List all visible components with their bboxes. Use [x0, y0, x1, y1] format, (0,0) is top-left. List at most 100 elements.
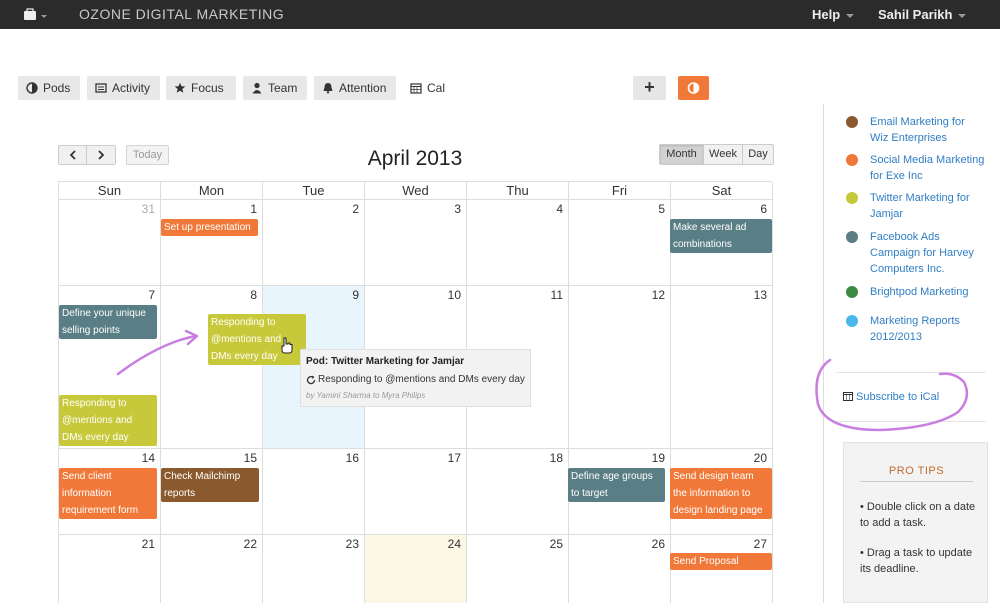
tab-label: Activity	[112, 81, 151, 95]
day-number: 2	[352, 202, 359, 216]
pod-legend-label: Facebook Ads Campaign for Harvey Compute…	[870, 231, 974, 275]
person-icon	[252, 82, 262, 94]
pro-tips-panel: PRO TIPS • Double click on a date to add…	[843, 442, 988, 603]
subscribe-ical-link[interactable]: Subscribe to iCal	[843, 391, 939, 403]
calendar-icon	[410, 83, 422, 94]
day-cell[interactable]: 16	[263, 449, 365, 535]
day-cell[interactable]: 8	[161, 286, 263, 449]
sidebar-divider	[823, 104, 824, 603]
event-chip[interactable]: Responding to @mentions and DMs every da…	[59, 395, 157, 446]
day-cell-highlighted[interactable]: 24	[365, 535, 467, 603]
weekday-header: Fri	[569, 182, 671, 200]
tab-label: Attention	[339, 81, 387, 95]
pro-tip: • Double click on a date to add a task.	[860, 501, 976, 529]
day-number: 7	[148, 288, 155, 302]
pod-legend-item[interactable]: Brightpod Marketing	[846, 284, 986, 300]
view-week-button[interactable]: Week	[703, 144, 743, 165]
chevron-down-icon	[846, 13, 855, 18]
day-number: 3	[454, 202, 461, 216]
day-number: 19	[651, 451, 665, 465]
pod-color-dot	[846, 231, 858, 243]
event-chip[interactable]: Make several ad combinations	[670, 219, 772, 253]
weekday-header: Tue	[263, 182, 365, 200]
pro-tips-divider	[860, 481, 973, 482]
day-cell[interactable]: 25	[467, 535, 569, 603]
day-cell[interactable]: 12	[569, 286, 671, 449]
user-menu[interactable]: Sahil Parikh	[878, 7, 967, 22]
day-cell[interactable]: 31	[59, 200, 161, 286]
next-month-button[interactable]	[87, 145, 116, 165]
help-menu[interactable]: Help	[812, 7, 855, 22]
day-number: 4	[556, 202, 563, 216]
day-cell[interactable]: 3	[365, 200, 467, 286]
day-number: 11	[550, 288, 563, 302]
day-number: 24	[447, 537, 461, 551]
pod-legend-item[interactable]: Facebook Ads Campaign for Harvey Compute…	[846, 229, 986, 277]
pod-legend-item[interactable]: Email Marketing for Wiz Enterprises	[846, 114, 986, 146]
view-day-button[interactable]: Day	[742, 144, 774, 165]
pod-legend-label: Twitter Marketing for Jamjar	[870, 192, 970, 220]
pod-color-dot	[846, 286, 858, 298]
day-cell[interactable]: 21	[59, 535, 161, 603]
weekday-header: Wed	[365, 182, 467, 200]
month-title: April 2013	[367, 147, 463, 170]
pod-legend-label: Social Media Marketing for Exe Inc	[870, 154, 985, 182]
day-cell[interactable]: 17	[365, 449, 467, 535]
add-button[interactable]: +	[633, 76, 666, 100]
chevron-down-icon	[958, 13, 967, 18]
event-chip[interactable]: Send Proposal	[670, 553, 772, 570]
pro-tip: • Drag a task to update its deadline.	[860, 547, 973, 575]
day-cell[interactable]: 22	[161, 535, 263, 603]
tab-attention[interactable]: Attention	[314, 76, 396, 100]
day-cell[interactable]: 5	[569, 200, 671, 286]
pod-legend-label: Marketing Reports 2012/2013	[870, 315, 960, 343]
pod-legend-item[interactable]: Social Media Marketing for Exe Inc	[846, 152, 986, 184]
day-cell[interactable]: 2	[263, 200, 365, 286]
pro-tips-title: PRO TIPS	[888, 465, 945, 477]
prev-month-button[interactable]	[58, 145, 87, 165]
user-name: Sahil Parikh	[878, 7, 953, 22]
day-number: 12	[651, 288, 665, 302]
day-cell[interactable]: 26	[569, 535, 671, 603]
tooltip-title: Pod: Twitter Marketing for Jamjar	[306, 356, 465, 367]
event-chip[interactable]: Send design team the information to desi…	[670, 468, 772, 519]
event-chip[interactable]: Set up presentation	[161, 219, 258, 236]
tab-activity[interactable]: Activity	[87, 76, 160, 100]
today-button[interactable]: Today	[126, 145, 169, 165]
subscribe-label: Subscribe to iCal	[856, 391, 940, 403]
view-month-button[interactable]: Month	[659, 144, 704, 165]
pod-legend-label: Brightpod Marketing	[870, 286, 969, 298]
pod-icon	[26, 82, 38, 94]
pod-legend-item[interactable]: Marketing Reports 2012/2013	[846, 313, 986, 345]
tab-cal[interactable]: Cal	[402, 76, 452, 100]
day-number: 22	[243, 537, 257, 551]
day-number: 20	[753, 451, 767, 465]
weekday-header: Sat	[671, 182, 773, 200]
pod-legend-item[interactable]: Twitter Marketing for Jamjar	[846, 190, 986, 222]
day-number: 10	[447, 288, 461, 302]
tab-focus[interactable]: Focus	[166, 76, 236, 100]
day-number: 1	[250, 202, 257, 216]
tab-label: Cal	[427, 81, 446, 95]
sidebar-divider	[836, 421, 986, 422]
day-cell[interactable]: 18	[467, 449, 569, 535]
weekday-header: Mon	[161, 182, 263, 200]
event-chip[interactable]: Define your unique selling points	[59, 305, 157, 339]
event-chip[interactable]: Send client information requirement form	[59, 468, 157, 519]
day-cell[interactable]: 1	[161, 200, 263, 286]
day-cell[interactable]: 23	[263, 535, 365, 603]
pod-icon	[687, 82, 700, 94]
event-chip[interactable]: Check Mailchimp reports	[161, 468, 259, 502]
briefcase-menu[interactable]	[22, 7, 52, 23]
event-chip[interactable]: Define age groups to target	[568, 468, 665, 502]
day-number: 5	[658, 202, 665, 216]
pod-color-dot	[846, 315, 858, 327]
day-number: 15	[243, 451, 257, 465]
day-cell[interactable]: 4	[467, 200, 569, 286]
tab-pods[interactable]: Pods	[18, 76, 80, 100]
pod-filter-button[interactable]	[678, 76, 709, 100]
list-icon	[95, 83, 107, 93]
tab-team[interactable]: Team	[243, 76, 307, 100]
day-cell[interactable]: 13	[671, 286, 773, 449]
hand-cursor-icon	[281, 337, 293, 354]
